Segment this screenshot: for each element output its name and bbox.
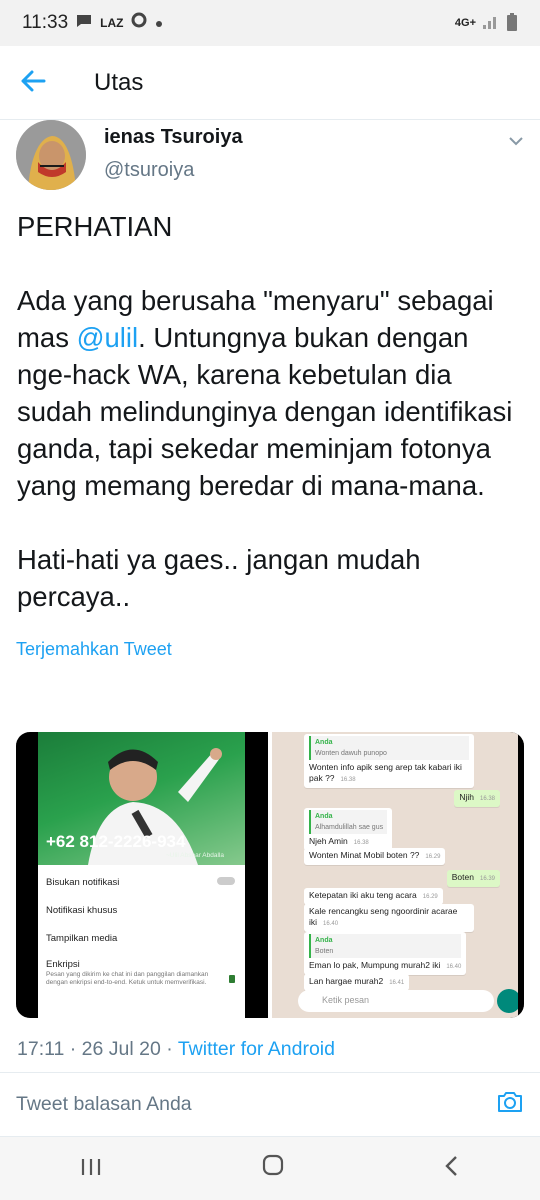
tweet: ienas Tsuroiya @tsuroiya PERHATIAN Ada y… — [0, 120, 540, 660]
tweet-timestamp: 17:11 · 26 Jul 20 · — [17, 1038, 178, 1060]
laz-app-icon: LAZ — [100, 16, 124, 30]
media-edge — [245, 732, 268, 1018]
tweet-source-link[interactable]: Twitter for Android — [178, 1038, 335, 1060]
message-time: 16.29 — [425, 854, 441, 860]
message-text: Eman lo pak, Mumpung murah2 iki — [309, 960, 441, 970]
message-icon — [76, 12, 92, 34]
recent-apps-button[interactable] — [80, 1153, 102, 1184]
message-text: Wonten info apik seng arep tak kabari ik… — [309, 762, 462, 783]
quoted-message: Anda Boten — [309, 934, 462, 958]
setting-custom-notification: Notifikasi khusus — [46, 905, 118, 916]
recent-apps-icon — [81, 1159, 100, 1175]
quoted-message: Anda Wonten dawuh punopo — [309, 736, 469, 760]
quoted-text: Alhamdulillah sae gus — [315, 824, 384, 831]
chat-bubble: Lan hargae murah2 16.41 — [304, 974, 410, 991]
setting-encryption: Enkripsi — [46, 959, 80, 970]
tweet-media: +62 812-2226-934 ~Ulil Abshar Abdalla Bi… — [16, 732, 524, 1018]
media-image-contact[interactable]: +62 812-2226-934 ~Ulil Abshar Abdalla Bi… — [16, 732, 268, 1018]
tweet-meta: 17:11 · 26 Jul 20 · Twitter for Android — [17, 1038, 335, 1061]
quoted-text: Wonten dawuh punopo — [315, 750, 387, 757]
message-time: 16.39 — [479, 876, 495, 882]
contact-name-caption: ~Ulil Abshar Abdalla — [166, 852, 224, 859]
chat-bubble: Kale rencangku seng ngoordinir acarae ik… — [304, 904, 474, 932]
message-time: 16.40 — [323, 921, 339, 927]
message-time: 16.29 — [422, 894, 438, 900]
tweet-paragraph-1: PERHATIAN — [17, 211, 173, 242]
display-name[interactable]: ienas Tsuroiya — [104, 126, 243, 149]
arrow-left-icon — [21, 70, 46, 91]
chat-bubble: Njih 16.38 — [454, 790, 500, 807]
quoted-message: Anda Alhamdulillah sae gus — [309, 810, 388, 834]
chat-bubble: Anda Wonten dawuh punopo Wonten info apik … — [304, 734, 474, 788]
system-navbar — [0, 1137, 540, 1200]
chat-bubble: Wonten Minat Mobil boten ?? 16.29 — [304, 848, 446, 865]
media-edge — [518, 732, 524, 1018]
message-text: Ketepatan iki aku teng acara — [309, 890, 417, 900]
chat-bubble: Ketepatan iki aku teng acara 16.29 — [304, 888, 443, 905]
mention-link[interactable]: @ulil — [77, 322, 139, 353]
reply-input[interactable]: Tweet balasan Anda — [16, 1093, 496, 1116]
chat-input: Ketik pesan — [298, 990, 494, 1012]
message-time: 16.38 — [353, 840, 369, 846]
media-image-chat[interactable]: Anda Wonten dawuh punopo Wonten info apik … — [272, 732, 524, 1018]
contact-settings-list: Bisukan notifikasi Notifikasi khusus Tam… — [38, 865, 245, 1018]
chat-bubble: Anda Alhamdulillah sae gus Njeh Amin 16.38 — [304, 808, 393, 851]
lock-icon — [229, 975, 235, 983]
setting-media-visibility: Tampilkan media — [46, 933, 118, 944]
back-nav-button[interactable] — [444, 1153, 460, 1184]
chat-input-placeholder: Ketik pesan — [322, 995, 370, 1005]
encryption-description: Pesan yang dikirim ke chat ini dan pangg… — [46, 971, 209, 986]
status-time: 11:33 — [22, 12, 69, 33]
ring-app-icon — [131, 12, 147, 34]
setting-mute: Bisukan notifikasi — [46, 877, 120, 888]
battery-icon — [506, 12, 518, 35]
message-time: 16.38 — [340, 777, 356, 783]
back-icon — [445, 1156, 458, 1176]
quoted-sender: Anda — [315, 739, 333, 746]
tweet-author: ienas Tsuroiya @tsuroiya — [0, 120, 540, 198]
camera-icon — [498, 1092, 522, 1112]
message-time: 16.40 — [446, 964, 462, 970]
network-type: 4G+ — [454, 17, 476, 29]
message-text: Njih — [459, 792, 474, 802]
message-text: Boten — [451, 872, 474, 882]
avatar[interactable] — [16, 120, 86, 190]
user-handle[interactable]: @tsuroiya — [104, 159, 243, 182]
translate-tweet-link[interactable]: Terjemahkan Tweet — [0, 639, 540, 660]
back-button[interactable] — [20, 66, 72, 100]
quoted-sender: Anda — [315, 813, 333, 820]
chevron-down-icon — [509, 137, 523, 146]
tweet-menu-button[interactable] — [508, 130, 524, 151]
camera-button[interactable] — [496, 1090, 524, 1119]
status-bar: 11:33 LAZ 4G+ — [0, 0, 540, 46]
page-title: Utas — [94, 68, 144, 96]
mute-toggle — [217, 877, 235, 885]
reply-bar: Tweet balasan Anda — [0, 1073, 540, 1137]
quoted-text: Boten — [315, 948, 334, 955]
message-text: Njeh Amin — [309, 836, 348, 846]
chat-bubble: Anda Boten Eman lo pak, Mumpung murah2 iki… — [304, 932, 467, 975]
chat-bubble: Boten 16.39 — [446, 870, 500, 887]
thread-header: Utas — [0, 46, 540, 120]
home-button[interactable] — [261, 1153, 285, 1184]
message-text: Lan hargae murah2 — [309, 976, 384, 986]
tweet-paragraph-3: Hati-hati ya gaes.. jangan mudah percaya… — [17, 544, 429, 612]
home-icon — [262, 1154, 284, 1176]
notification-dot-icon — [155, 12, 163, 34]
contact-phone: +62 812-2226-934 — [46, 832, 186, 851]
message-time: 16.38 — [479, 796, 495, 802]
message-text: Wonten Minat Mobil boten ?? — [309, 850, 420, 860]
media-edge — [16, 732, 38, 1018]
signal-icon — [482, 14, 500, 33]
quoted-sender: Anda — [315, 937, 333, 944]
tweet-text: PERHATIAN Ada yang berusaha "menyaru" se… — [0, 208, 540, 615]
message-time: 16.41 — [389, 980, 405, 986]
